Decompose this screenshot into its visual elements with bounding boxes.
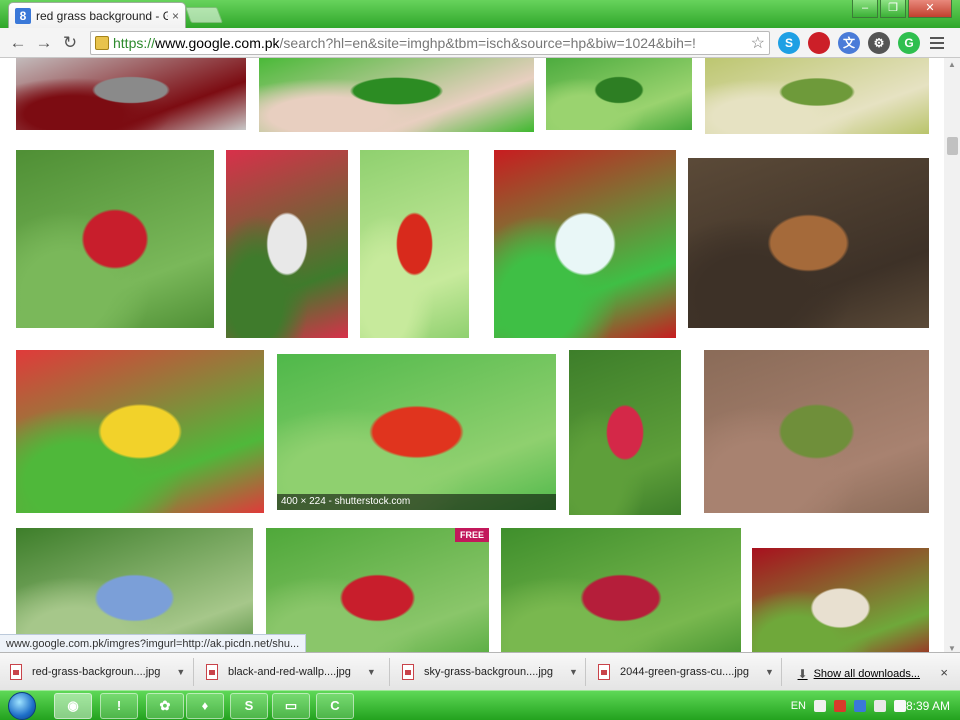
download-menu-arrow-icon[interactable]: ▼ — [765, 667, 780, 677]
settings-wheel-icon[interactable]: ⚙ — [868, 31, 890, 54]
url-protocol: https:// — [113, 34, 156, 51]
thumb-green-lawn[interactable] — [546, 58, 692, 130]
shelf-close-icon[interactable]: × — [940, 665, 948, 680]
download-item[interactable]: sky-grass-backgroun....jpg ▼ — [392, 658, 586, 686]
network-icon[interactable] — [874, 700, 886, 712]
translate-icon[interactable]: 文 — [838, 31, 860, 54]
download-menu-arrow-icon[interactable]: ▼ — [176, 667, 191, 677]
taskbar-app-4[interactable]: ♦ — [186, 693, 224, 719]
thumb-red-heart-grass[interactable] — [16, 150, 214, 328]
image-file-icon — [402, 664, 414, 680]
image-hover-caption: 400 × 224 - shutterstock.com — [277, 494, 556, 510]
skype-icon[interactable]: S — [778, 31, 800, 54]
thumb-red-rose-grayscale[interactable] — [16, 58, 246, 130]
chrome-menu-icon[interactable] — [930, 36, 944, 49]
free-badge: FREE — [454, 528, 489, 542]
taskbar-camtasia[interactable]: C — [316, 693, 354, 719]
thumb-brick-moss[interactable] — [704, 350, 929, 513]
scroll-up-arrow-icon[interactable]: ▲ — [946, 60, 958, 69]
new-tab-button[interactable] — [185, 7, 223, 23]
thumb-tulip-meadow[interactable]: 400 × 224 - shutterstock.com — [277, 354, 556, 510]
thumb-wine-flowers-red[interactable] — [752, 548, 929, 658]
thumb-tall-grass-field[interactable] — [705, 58, 929, 134]
secure-lock-icon[interactable] — [95, 35, 109, 50]
forward-button[interactable]: → — [32, 31, 56, 55]
volume-icon[interactable] — [894, 700, 906, 712]
maximize-button[interactable]: ❐ — [880, 0, 906, 18]
download-filename: red-grass-backgroun....jpg — [32, 666, 161, 678]
tab-close-icon[interactable]: × — [172, 9, 179, 23]
tray-icon-2[interactable] — [834, 700, 846, 712]
close-window-button[interactable]: ✕ — [908, 0, 952, 18]
thumb-strawberries-picnic[interactable] — [226, 150, 348, 338]
show-all-downloads-link[interactable]: ⬇ Show all downloads... — [798, 667, 920, 681]
taskbar-chrome[interactable]: ◉ — [54, 693, 92, 719]
bookmark-star-icon[interactable]: ☆ — [751, 33, 765, 53]
download-menu-arrow-icon[interactable]: ▼ — [569, 667, 584, 677]
url-path: /search?hl=en&site=imghp&tbm=isch&source… — [279, 34, 696, 51]
thumb-grass-heart[interactable] — [569, 350, 681, 515]
window-titlebar: 8 red grass background - Go × – ❐ ✕ — [0, 0, 960, 28]
scrollbar-thumb[interactable] — [947, 137, 958, 155]
address-bar[interactable]: https:// www.google.com.pk /search?hl=en… — [90, 30, 770, 55]
green-circle-icon[interactable]: G — [898, 31, 920, 54]
browser-tab-active[interactable]: 8 red grass background - Go × — [8, 2, 186, 28]
tray-icon-3[interactable] — [854, 700, 866, 712]
status-url-bubble: www.google.com.pk/imgres?imgurl=http://a… — [0, 634, 307, 652]
image-file-icon — [206, 664, 218, 680]
browser-toolbar: ← → ↻ https:// www.google.com.pk /search… — [0, 28, 960, 58]
download-item[interactable]: black-and-red-wallp....jpg ▼ — [196, 658, 390, 686]
thumb-hand-grass[interactable] — [259, 58, 534, 132]
thumb-red-tulip[interactable] — [360, 150, 469, 338]
image-file-icon — [598, 664, 610, 680]
taskbar-app-2[interactable]: ! — [100, 693, 138, 719]
taskbar-app-3[interactable]: ✿ — [146, 693, 184, 719]
tray-icon-1[interactable] — [814, 700, 826, 712]
minimize-button[interactable]: – — [852, 0, 878, 18]
thumb-red-carpet-stairs[interactable] — [494, 150, 676, 338]
url-domain: www.google.com.pk — [155, 34, 280, 51]
taskbar-clock[interactable]: 8:39 AM — [906, 699, 950, 713]
download-filename: 2044-green-grass-cu....jpg — [620, 666, 750, 678]
taskbar-skype[interactable]: S — [230, 693, 268, 719]
download-filename: sky-grass-backgroun....jpg — [424, 666, 553, 678]
thumb-strawberries-daisies[interactable] — [16, 350, 264, 513]
back-button[interactable]: ← — [6, 31, 30, 55]
thumb-apple-meadow[interactable] — [501, 528, 741, 658]
image-results-grid: 400 × 224 - shutterstock.com FREE — [0, 58, 960, 658]
taskbar-explorer[interactable]: ▭ — [272, 693, 310, 719]
google-favicon-icon: 8 — [15, 7, 31, 24]
download-filename: black-and-red-wallp....jpg — [228, 666, 351, 678]
start-button[interactable] — [8, 692, 36, 720]
download-item[interactable]: red-grass-backgroun....jpg ▼ — [0, 658, 194, 686]
download-arrow-icon: ⬇ — [797, 667, 808, 681]
image-file-icon — [10, 664, 22, 680]
bookmark-red-icon[interactable] — [808, 31, 830, 54]
windows-taskbar: EN 8:39 AM ◉! ✿ ♦ S ▭ C — [0, 690, 960, 720]
download-menu-arrow-icon[interactable]: ▼ — [367, 667, 382, 677]
thumb-fox-forest[interactable] — [688, 158, 929, 328]
download-shelf: ⬇ Show all downloads... × red-grass-back… — [0, 652, 960, 690]
download-item[interactable]: 2044-green-grass-cu....jpg ▼ — [588, 658, 782, 686]
language-indicator[interactable]: EN — [791, 700, 806, 712]
reload-button[interactable]: ↻ — [58, 31, 82, 55]
show-all-label: Show all downloads... — [813, 668, 920, 680]
tab-title: red grass background - Go — [36, 8, 168, 23]
system-tray: EN — [791, 691, 906, 720]
